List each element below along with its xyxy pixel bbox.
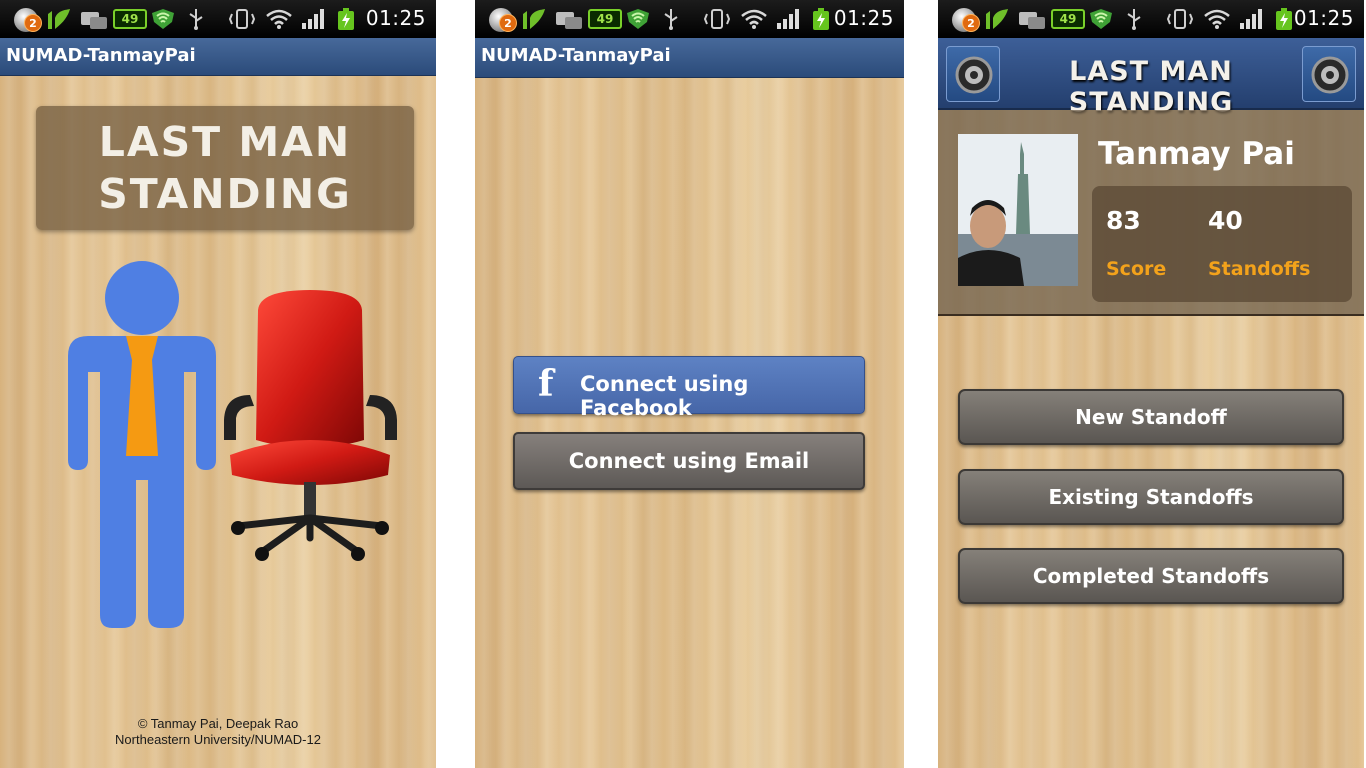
- existing-standoffs-button[interactable]: Existing Standoffs: [958, 469, 1344, 525]
- battery-level-icon: 49: [1051, 9, 1085, 29]
- new-standoff-button[interactable]: New Standoff: [958, 389, 1344, 445]
- status-time: 01:25: [365, 6, 426, 30]
- message-icon: [556, 12, 582, 29]
- status-time: 01:25: [833, 6, 894, 30]
- credit-line-2: Northeastern University/NUMAD-12: [115, 732, 321, 747]
- facebook-icon: f: [538, 363, 554, 405]
- stats-box: 83 40 Score Standoffs: [1092, 186, 1352, 302]
- app-logo: LAST MAN STANDING: [36, 106, 414, 230]
- window-title: NUMAD-TanmayPai: [475, 38, 904, 78]
- settings-right-button[interactable]: [1302, 46, 1356, 102]
- leaf-icon: [986, 9, 1008, 29]
- logo-line-1: LAST MAN: [98, 118, 352, 166]
- wifi-icon: [1204, 9, 1230, 29]
- notification-badge: 2: [962, 14, 980, 32]
- connect-facebook-button[interactable]: f Connect using Facebook: [513, 356, 865, 420]
- settings-left-button[interactable]: [946, 46, 1000, 102]
- player-name: Tanmay Pai: [1098, 136, 1295, 172]
- battery-level-icon: 49: [588, 9, 622, 29]
- score-value: 83: [1106, 206, 1141, 235]
- completed-standoffs-button[interactable]: Completed Standoffs: [958, 548, 1344, 604]
- signal-icon: [302, 9, 324, 29]
- standoffs-value: 40: [1208, 206, 1243, 235]
- app-header: LAST MAN STANDING: [938, 38, 1364, 118]
- status-bar: 2 49 01:25: [938, 0, 1364, 38]
- vibrate-icon: [228, 9, 256, 29]
- battery-charging-icon: [1276, 8, 1292, 30]
- usb-icon: [189, 9, 203, 30]
- splash-screen: 2 49 01:25 NUMAD-TanmayPai LAST MAN STAN…: [0, 0, 436, 768]
- connect-facebook-label: Connect using Facebook: [580, 372, 749, 420]
- notification-badge: 2: [499, 14, 517, 32]
- login-screen: 2 49 01:25 NUMAD-TanmayPai f Connect usi…: [475, 0, 904, 768]
- battery-charging-icon: [338, 8, 354, 30]
- shield-icon: [1090, 9, 1112, 29]
- avatar: [958, 134, 1078, 286]
- gear-icon: [955, 56, 993, 94]
- usb-icon: [664, 9, 678, 30]
- gear-icon: [1311, 56, 1349, 94]
- vibrate-icon: [1166, 9, 1194, 29]
- home-screen: 2 49 01:25 LAST MAN STANDING Tanmay Pai …: [938, 0, 1364, 768]
- window-title: NUMAD-TanmayPai: [0, 38, 436, 76]
- app-title: LAST MAN STANDING: [1068, 56, 1234, 118]
- status-bar: 2 49 01:25: [475, 0, 904, 38]
- profile-photo: [958, 134, 1078, 286]
- notification-badge: 2: [24, 14, 42, 32]
- office-chair-icon: [224, 290, 397, 561]
- score-label: Score: [1106, 258, 1167, 280]
- battery-level-icon: 49: [113, 9, 147, 29]
- leaf-icon: [48, 9, 70, 29]
- battery-charging-icon: [813, 8, 829, 30]
- vibrate-icon: [703, 9, 731, 29]
- usb-icon: [1127, 9, 1141, 30]
- message-icon: [1019, 12, 1045, 29]
- connect-email-button[interactable]: Connect using Email: [513, 432, 865, 490]
- profile-panel: Tanmay Pai 83 40 Score Standoffs: [938, 110, 1364, 316]
- leaf-icon: [523, 9, 545, 29]
- person-figure-icon: [68, 261, 216, 628]
- credit-line-1: © Tanmay Pai, Deepak Rao: [137, 716, 299, 731]
- wifi-icon: [266, 9, 292, 29]
- shield-icon: [152, 9, 174, 29]
- standoffs-label: Standoffs: [1208, 258, 1311, 280]
- signal-icon: [1240, 9, 1262, 29]
- status-time: 01:25: [1293, 6, 1354, 30]
- status-bar: 2 49 01:25: [0, 0, 436, 38]
- wifi-icon: [741, 9, 767, 29]
- logo-line-2: STANDING: [98, 170, 352, 218]
- wood-background: [475, 78, 904, 768]
- signal-icon: [777, 9, 799, 29]
- shield-icon: [627, 9, 649, 29]
- message-icon: [81, 12, 107, 29]
